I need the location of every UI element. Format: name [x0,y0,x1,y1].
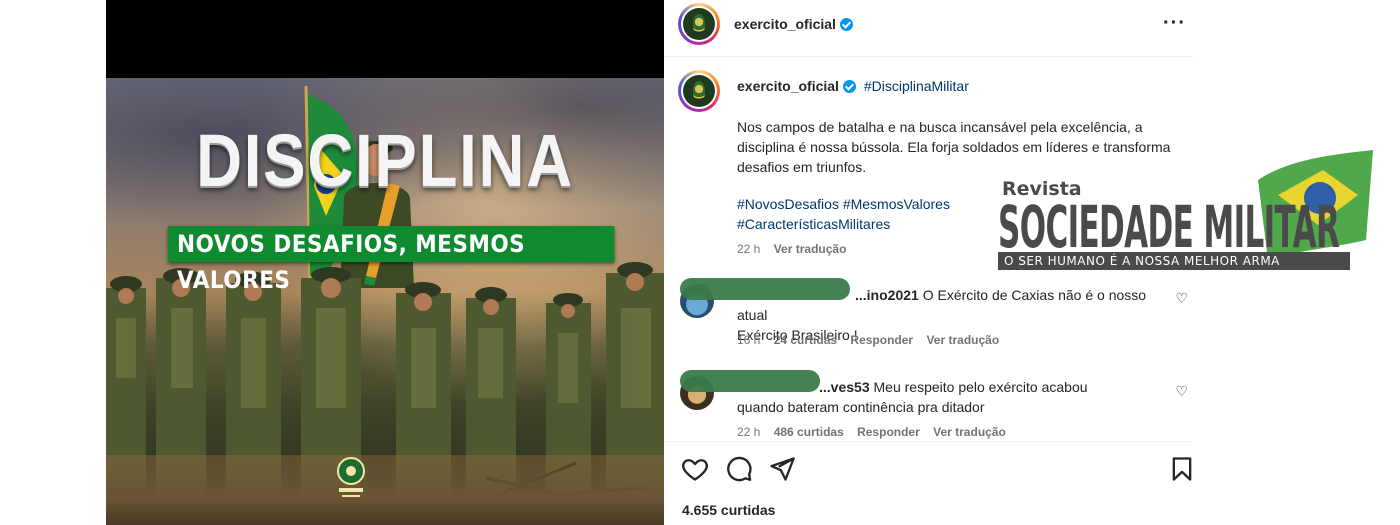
comment-row: ...ves53 Meu respeito pelo exército acab… [737,377,1177,417]
comment-reply-link[interactable]: Responder [850,333,913,347]
caption-avatar[interactable] [678,70,720,112]
caption-author: exercito_oficial #DisciplinaMilitar [737,78,969,94]
sociedade-militar-watermark: Revista SOCIEDADE MILITAR O SER HUMANO É… [998,150,1378,270]
heart-icon[interactable] [681,455,709,483]
comment-translate-link[interactable]: Ver tradução [933,425,1006,439]
comment-username[interactable]: ...ves53 [819,379,870,395]
post-header: exercito_oficial ··· [664,0,1194,57]
caption-hashtag[interactable]: #DisciplinaMilitar [864,78,969,94]
header-username-link[interactable]: exercito_oficial [734,16,853,32]
caption-hashtags-1[interactable]: #NovosDesafios #MesmosValores [737,196,950,212]
post-image[interactable]: DISCIPLINA NOVOS DESAFIOS, MESMOS VALORE… [106,0,664,525]
comment-icon[interactable] [725,455,753,483]
comment-meta: 22 h 486 curtidas Responder Ver tradução [737,425,1016,439]
comment-like-icon[interactable]: ♡ [1175,383,1188,400]
comment-time: 16 h [737,333,761,347]
post-headline: DISCIPLINA [196,119,574,202]
send-icon[interactable] [768,455,796,483]
watermark-title: SOCIEDADE MILITAR [998,194,1340,261]
comment-body: O Exército de Caxias não é o nosso atual [737,287,1147,323]
header-username[interactable]: exercito_oficial [734,16,836,32]
caption-username[interactable]: exercito_oficial [737,78,839,94]
army-emblem-icon [337,457,365,497]
post-subheadline: NOVOS DESAFIOS, MESMOS VALORES [168,226,615,294]
comment-translate-link[interactable]: Ver tradução [926,333,999,347]
comment-likes[interactable]: 24 curtidas [774,333,837,347]
caption-hashtags-2[interactable]: #CaracterísticasMilitares [737,216,890,232]
verified-badge-icon [842,80,856,93]
caption-translate-link[interactable]: Ver tradução [774,242,847,256]
comment-reply-link[interactable]: Responder [857,425,920,439]
comment-time: 22 h [737,425,761,439]
comment-meta-clip: 22 h 486 curtidas Responder Ver tradução [664,418,1194,440]
comment-body-cont: quando bateram continência pra ditador [737,399,985,415]
verified-badge-icon [839,18,853,31]
caption-time: 22 h [737,242,761,256]
comment-username[interactable]: ...ino2021 [855,287,919,303]
actions-divider [664,441,1194,442]
bookmark-icon[interactable] [1168,455,1196,483]
parade-ground [106,455,664,525]
comment-like-icon[interactable]: ♡ [1175,290,1188,307]
caption-meta: 22 h Ver tradução [737,242,856,256]
comment-likes[interactable]: 486 curtidas [774,425,844,439]
more-options-icon[interactable]: ··· [1163,12,1186,35]
profile-avatar[interactable] [678,3,720,45]
comment-meta: 16 h 24 curtidas Responder Ver tradução [737,333,1009,347]
likes-count[interactable]: 4.655 curtidas [682,502,775,518]
watermark-tagline: O SER HUMANO É A NOSSA MELHOR ARMA [998,252,1350,270]
comment-body: Meu respeito pelo exército acabou [873,379,1088,395]
